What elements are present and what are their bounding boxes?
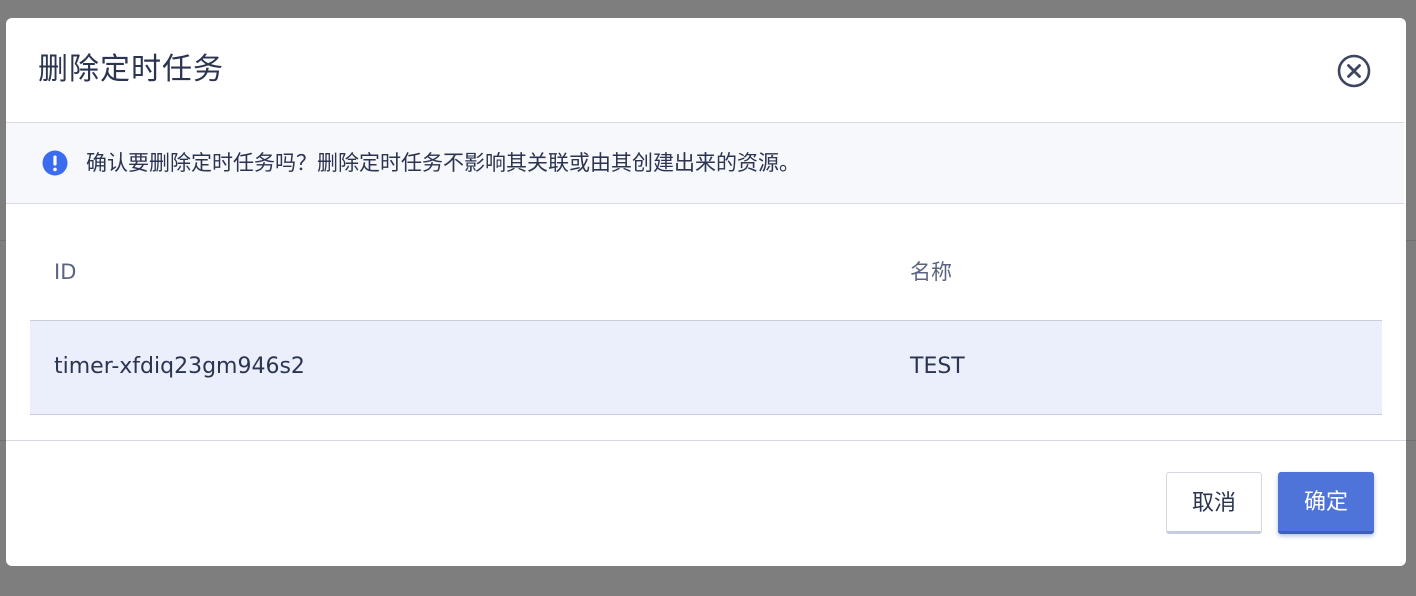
alert-message: 确认要删除定时任务吗？删除定时任务不影响其关联或由其创建出来的资源。 bbox=[86, 151, 800, 175]
table-row: timer-xfdiq23gm946s2 TEST bbox=[30, 321, 1382, 415]
column-header-id: ID bbox=[54, 260, 77, 284]
footer-divider bbox=[6, 440, 1406, 441]
cell-timer-name: TEST bbox=[910, 354, 965, 379]
dialog-title: 删除定时任务 bbox=[38, 52, 224, 87]
column-header-name: 名称 bbox=[910, 260, 952, 284]
warning-alert: 确认要删除定时任务吗？删除定时任务不影响其关联或由其创建出来的资源。 bbox=[6, 122, 1404, 204]
cell-timer-id: timer-xfdiq23gm946s2 bbox=[54, 354, 305, 379]
confirm-button[interactable]: 确定 bbox=[1278, 472, 1374, 534]
cancel-button[interactable]: 取消 bbox=[1166, 472, 1262, 534]
close-icon[interactable] bbox=[1337, 54, 1371, 88]
delete-timer-dialog: 删除定时任务 确认要删除定时任务吗？删除定时任务不影响其关联或由其创建出来的资源… bbox=[6, 18, 1406, 566]
dialog-header: 删除定时任务 bbox=[6, 18, 1406, 122]
exclamation-circle-icon bbox=[42, 150, 68, 176]
timer-table: ID 名称 timer-xfdiq23gm946s2 TEST bbox=[30, 224, 1382, 415]
table-header-row: ID 名称 bbox=[30, 224, 1382, 321]
